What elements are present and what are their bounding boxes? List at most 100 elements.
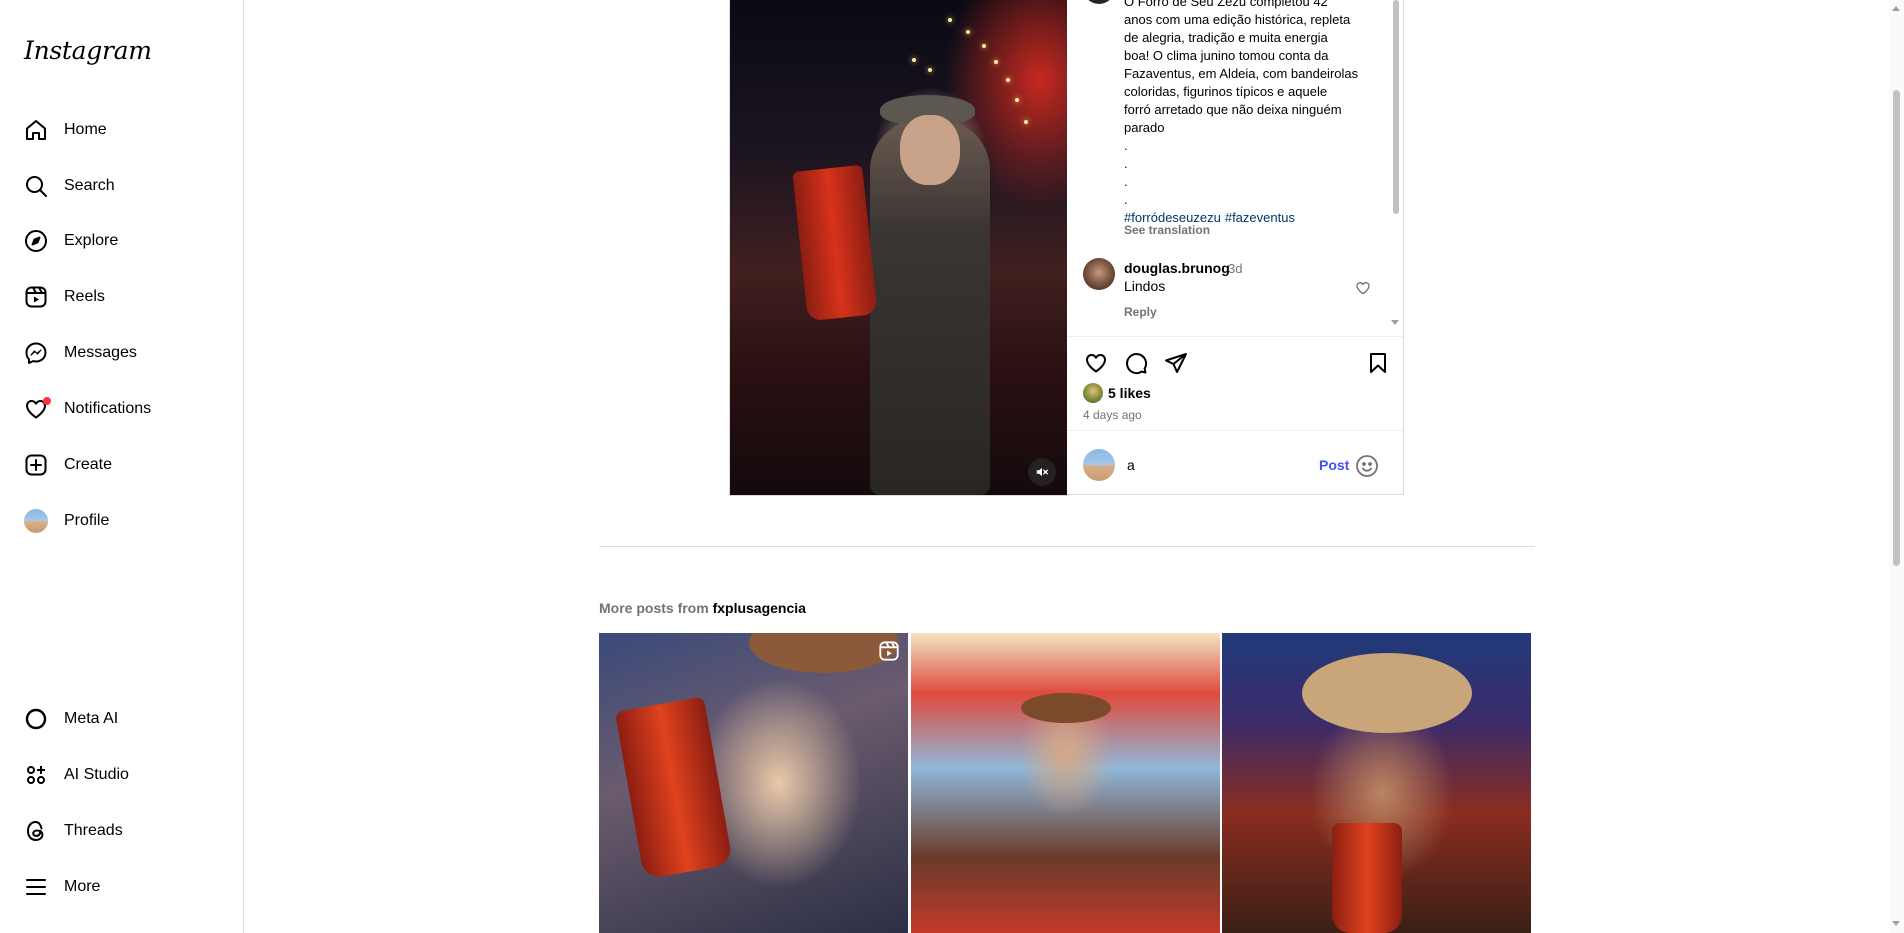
mute-button[interactable] [1028, 458, 1056, 486]
sidebar-item-meta-ai[interactable]: Meta AI [12, 695, 232, 743]
caption-dots: . . . . [1124, 137, 1374, 209]
sidebar-item-ai-studio[interactable]: AI Studio [12, 751, 232, 799]
threads-icon [24, 819, 48, 843]
more-posts-account-link[interactable]: fxplusagencia [713, 600, 806, 616]
likes-avatar [1083, 383, 1103, 403]
divider [1067, 336, 1403, 337]
divider [1067, 430, 1403, 431]
like-button[interactable] [1082, 349, 1110, 377]
sidebar-item-label: Create [64, 456, 113, 473]
caption-line: Fazaventus, em Aldeia, com bandeirolas [1124, 66, 1359, 81]
sidebar-item-search[interactable]: Search [12, 162, 232, 210]
sidebar: Instagram Home Search Explore Reels Mess… [0, 0, 244, 933]
caption-dot: . [1124, 192, 1128, 207]
caption-line: O Forró de Seu Zezu completou 42 [1124, 0, 1328, 9]
hat-shape [1021, 693, 1111, 723]
sidebar-item-label: Messages [64, 344, 137, 361]
sidebar-item-reels[interactable]: Reels [12, 273, 232, 321]
heart-icon [1356, 282, 1370, 295]
speaker-muted-icon [1036, 467, 1048, 477]
cup-shape [1332, 823, 1402, 933]
page-scroll-down-arrow[interactable] [1892, 921, 1900, 926]
heart-icon [1086, 354, 1106, 373]
post-thumbnail[interactable] [1222, 633, 1531, 933]
instagram-logo[interactable]: Instagram [24, 36, 152, 65]
sidebar-item-create[interactable]: Create [12, 441, 232, 489]
smiley-icon [1356, 455, 1378, 477]
reels-icon [878, 640, 900, 662]
comment-like-button[interactable] [1355, 280, 1371, 296]
caption-line: parado [1124, 120, 1165, 135]
reels-icon [24, 285, 48, 309]
comment-username[interactable]: douglas.brunog [1124, 260, 1230, 276]
sidebar-item-label: Notifications [64, 400, 152, 417]
headband-shape [749, 633, 899, 673]
compass-icon [24, 229, 48, 253]
sidebar-item-explore[interactable]: Explore [12, 217, 232, 265]
sidebar-item-notifications[interactable]: Notifications [12, 385, 232, 433]
caption-dot: . [1124, 138, 1128, 153]
post-video[interactable] [730, 0, 1067, 495]
section-divider [599, 546, 1535, 547]
sidebar-item-label: Threads [64, 822, 123, 839]
face-shape [900, 115, 960, 185]
sidebar-item-more[interactable]: More [12, 863, 232, 911]
commenter-avatar[interactable] [1083, 258, 1115, 290]
sidebar-item-threads[interactable]: Threads [12, 807, 232, 855]
post-thumbnail[interactable] [911, 633, 1220, 933]
ai-studio-icon [24, 763, 48, 787]
likes-count[interactable]: 5 likes [1108, 385, 1151, 401]
comment-reply-button[interactable]: Reply [1124, 305, 1157, 319]
emoji-button[interactable] [1355, 454, 1379, 478]
comment-text: Lindos [1124, 278, 1166, 294]
cup-shape [792, 164, 878, 322]
page-scroll-up-arrow[interactable] [1892, 6, 1900, 11]
sidebar-item-messages[interactable]: Messages [12, 329, 232, 377]
caption-line: forró arretado que não deixa ninguém [1124, 102, 1342, 117]
meta-ai-icon [24, 707, 48, 731]
notification-badge [43, 397, 51, 405]
home-icon [24, 118, 48, 142]
caption-line: de alegria, tradição e muita energia [1124, 30, 1328, 45]
sidebar-item-label: Explore [64, 232, 119, 249]
sidebar-item-label: Profile [64, 512, 110, 529]
panel-scroll-down-arrow[interactable] [1391, 320, 1399, 325]
caption-line: anos com uma edição histórica, repleta [1124, 12, 1351, 27]
post-timestamp[interactable]: 4 days ago [1083, 408, 1142, 422]
paper-plane-icon [1165, 353, 1187, 373]
sidebar-item-label: Meta AI [64, 710, 119, 727]
post-comment-button[interactable]: Post [1319, 457, 1349, 473]
caption-line: coloridas, figurinos típicos e aquele [1124, 84, 1328, 99]
sidebar-item-label: More [64, 878, 101, 895]
comment-input[interactable] [1127, 454, 1307, 476]
messenger-icon [24, 341, 48, 365]
caption-dot: . [1124, 156, 1128, 171]
page-scrollbar-thumb[interactable] [1893, 90, 1900, 566]
heart-icon [24, 397, 51, 421]
sidebar-item-label: AI Studio [64, 766, 129, 783]
media-bottom-border [729, 495, 1067, 496]
sidebar-item-label: Home [64, 121, 107, 138]
cup-shape [614, 696, 734, 880]
panel-scrollbar[interactable] [1393, 0, 1399, 214]
sidebar-item-profile[interactable]: Profile [12, 497, 232, 545]
share-button[interactable] [1162, 349, 1190, 377]
plus-square-icon [24, 453, 48, 477]
caption-line: boa! O clima junino tomou conta da [1124, 48, 1329, 63]
search-icon [24, 174, 48, 198]
comment-button[interactable] [1122, 349, 1150, 377]
caption-dot: . [1124, 174, 1128, 189]
save-button[interactable] [1364, 349, 1392, 377]
avatar [24, 509, 48, 533]
post-caption: O Forró de Seu Zezu completou 42 anos co… [1124, 0, 1374, 227]
more-posts-heading: More posts from fxplusagencia [599, 600, 806, 616]
more-posts-prefix: More posts from [599, 600, 709, 616]
sidebar-item-label: Search [64, 177, 115, 194]
sidebar-item-home[interactable]: Home [12, 106, 232, 154]
sidebar-item-label: Reels [64, 288, 105, 305]
hashtag-link[interactable]: #fazeventus [1225, 210, 1295, 225]
see-translation-link[interactable]: See translation [1124, 223, 1210, 237]
bookmark-icon [1370, 353, 1386, 373]
menu-icon [24, 875, 48, 899]
post-thumbnail[interactable] [599, 633, 908, 933]
